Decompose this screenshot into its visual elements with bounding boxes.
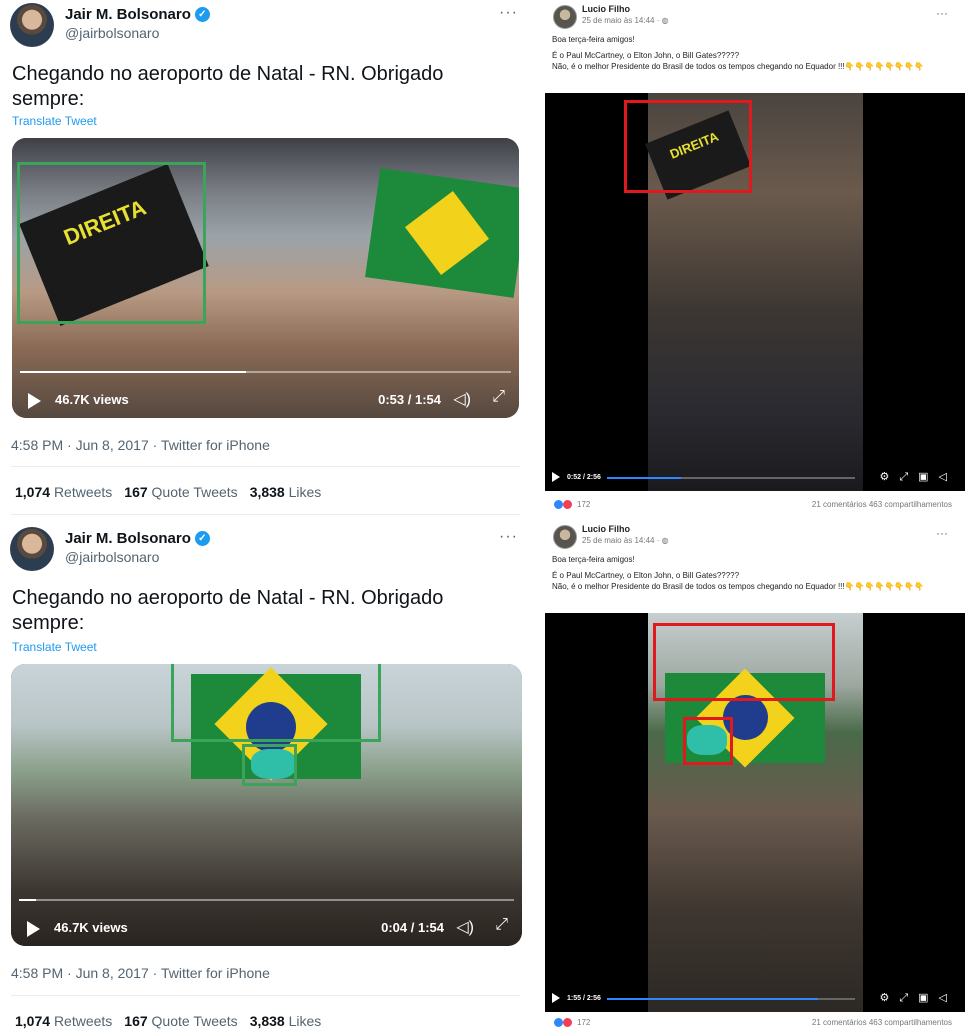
quotes-stat[interactable]: 167 Quote Tweets xyxy=(124,1013,237,1029)
more-options-icon[interactable]: ··· xyxy=(936,526,948,540)
volume-icon[interactable]: ◁) xyxy=(453,389,471,409)
divider xyxy=(11,514,520,515)
brazil-flag xyxy=(365,168,519,298)
clap-emojis: 👇👇👇👇👇👇👇👇 xyxy=(844,62,925,71)
facebook-post-1: Lucio Filho 25 de maio às 14:44 · ◍ ··· … xyxy=(545,0,965,514)
highlight-box-red-small xyxy=(683,717,733,765)
author-name-text[interactable]: Jair M. Bolsonaro xyxy=(65,530,191,547)
video-tool-icons[interactable]: ⚙⤢▣◁ xyxy=(879,991,957,1005)
author-name[interactable]: Jair M. Bolsonaro ✓ xyxy=(65,6,210,23)
video-time: 0:52 / 2:56 xyxy=(567,474,601,481)
video-player[interactable]: 46.7K views 0:04 / 1:54 ◁) ⤢ xyxy=(11,664,522,946)
tweet-stats: 1,074 Retweets 167 Quote Tweets 3,838 Li… xyxy=(15,484,321,500)
view-count: 46.7K views xyxy=(55,392,129,407)
tweet-text: Chegando no aeroporto de Natal - RN. Obr… xyxy=(12,587,444,634)
facebook-post-2: Lucio Filho 25 de maio às 14:44 · ◍ ··· … xyxy=(545,520,965,1036)
tweet-timestamp[interactable]: 4:58 PM · Jun 8, 2017 · Twitter for iPho… xyxy=(11,437,270,453)
video-controls: 1:55 / 2:56 ⚙⤢▣◁ xyxy=(545,986,965,1012)
volume-icon[interactable]: ◁) xyxy=(456,917,474,937)
like-icon xyxy=(554,500,563,509)
reactions[interactable]: 172 xyxy=(554,500,590,509)
video-tool-icons[interactable]: ⚙⤢▣◁ xyxy=(879,470,957,484)
play-icon[interactable] xyxy=(27,921,40,937)
author-handle[interactable]: @jairbolsonaro xyxy=(65,25,159,41)
video-controls: 0:52 / 2:56 ⚙⤢▣◁ xyxy=(545,465,965,491)
video-progress-bar[interactable] xyxy=(19,899,514,901)
video-progress-fill xyxy=(607,998,818,1000)
divider xyxy=(11,995,520,996)
translate-link[interactable]: Translate Tweet xyxy=(12,114,97,128)
author-name[interactable]: Lucio Filho xyxy=(582,524,630,534)
avatar[interactable] xyxy=(10,527,54,571)
likes-stat[interactable]: 3,838 Likes xyxy=(250,1013,322,1029)
avatar[interactable] xyxy=(10,3,54,47)
post-date[interactable]: 25 de maio às 14:44 · ◍ xyxy=(582,536,669,545)
clap-emojis: 👇👇👇👇👇👇👇👇 xyxy=(844,582,925,591)
play-icon[interactable] xyxy=(28,393,41,409)
reactions[interactable]: 172 xyxy=(554,1018,590,1027)
verified-icon: ✓ xyxy=(194,7,210,22)
video-time: 0:04 / 1:54 xyxy=(381,920,444,935)
video-progress-bar[interactable] xyxy=(20,371,511,373)
love-icon xyxy=(563,1018,572,1027)
post-date[interactable]: 25 de maio às 14:44 · ◍ xyxy=(582,16,669,25)
author-handle[interactable]: @jairbolsonaro xyxy=(65,549,159,565)
post-text: Boa terça-feira amigos! É o Paul McCartn… xyxy=(552,35,925,71)
avatar[interactable] xyxy=(553,525,577,549)
more-options-icon[interactable]: ··· xyxy=(499,4,518,22)
likes-stat[interactable]: 3,838 Likes xyxy=(250,484,322,500)
video-progress-fill xyxy=(607,477,682,479)
video-progress-fill xyxy=(19,899,37,901)
video-time: 0:53 / 1:54 xyxy=(378,392,441,407)
video-progress-fill xyxy=(20,371,246,373)
video-player[interactable]: DIREITA 46.7K views 0:53 / 1:54 ◁) ⤢ xyxy=(12,138,519,418)
fullscreen-icon[interactable]: ⤢ xyxy=(495,916,508,934)
retweets-stat[interactable]: 1,074 Retweets xyxy=(15,484,112,500)
like-icon xyxy=(554,1018,563,1027)
avatar[interactable] xyxy=(553,5,577,29)
divider xyxy=(11,466,520,467)
post-text: Boa terça-feira amigos! É o Paul McCartn… xyxy=(552,555,925,591)
view-count: 46.7K views xyxy=(54,920,128,935)
verified-icon: ✓ xyxy=(194,531,210,546)
post-stats[interactable]: 21 comentários 463 compartilhamentos xyxy=(812,1018,952,1027)
highlight-box-green xyxy=(17,162,206,324)
love-icon xyxy=(563,500,572,509)
highlight-box-green xyxy=(171,664,381,742)
play-icon[interactable] xyxy=(552,472,560,482)
video-controls: 46.7K views 0:04 / 1:54 ◁) ⤢ xyxy=(11,910,522,946)
author-name[interactable]: Lucio Filho xyxy=(582,4,630,14)
post-stats[interactable]: 21 comentários 463 compartilhamentos xyxy=(812,500,952,509)
highlight-box-red xyxy=(653,623,835,701)
video-player[interactable]: DIREITA 0:52 / 2:56 ⚙⤢▣◁ xyxy=(545,93,965,491)
translate-link[interactable]: Translate Tweet xyxy=(12,640,97,654)
video-time: 1:55 / 2:56 xyxy=(567,995,601,1002)
retweets-stat[interactable]: 1,074 Retweets xyxy=(15,1013,112,1029)
highlight-box-green-small xyxy=(242,744,297,786)
globe-icon: ◍ xyxy=(661,536,669,545)
author-name-text[interactable]: Jair M. Bolsonaro xyxy=(65,6,191,23)
play-icon[interactable] xyxy=(552,993,560,1003)
quotes-stat[interactable]: 167 Quote Tweets xyxy=(124,484,237,500)
globe-icon: ◍ xyxy=(661,16,669,25)
tweet-text: Chegando no aeroporto de Natal - RN. Obr… xyxy=(12,63,444,110)
video-player[interactable]: 1:55 / 2:56 ⚙⤢▣◁ xyxy=(545,613,965,1012)
video-progress-bar[interactable] xyxy=(607,477,855,479)
video-controls: 46.7K views 0:53 / 1:54 ◁) ⤢ xyxy=(12,382,519,418)
fullscreen-icon[interactable]: ⤢ xyxy=(492,388,505,406)
tweet-stats: 1,074 Retweets 167 Quote Tweets 3,838 Li… xyxy=(15,1013,321,1029)
author-name[interactable]: Jair M. Bolsonaro ✓ xyxy=(65,530,210,547)
highlight-box-red xyxy=(624,100,752,193)
more-options-icon[interactable]: ··· xyxy=(499,528,518,546)
more-options-icon[interactable]: ··· xyxy=(936,6,948,20)
tweet-timestamp[interactable]: 4:58 PM · Jun 8, 2017 · Twitter for iPho… xyxy=(11,965,270,981)
video-progress-bar[interactable] xyxy=(607,998,855,1000)
